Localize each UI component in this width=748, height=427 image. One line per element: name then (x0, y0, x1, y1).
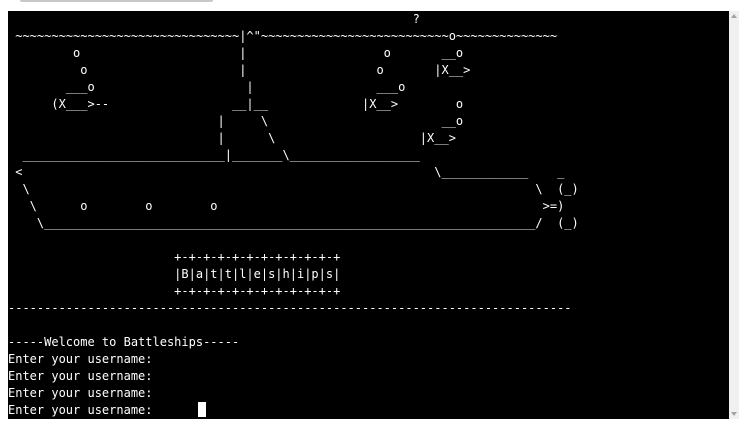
welcome-message: -----Welcome to Battleships----- (8, 335, 240, 349)
ascii-art-line: o | o __o (8, 46, 464, 60)
ascii-art-line: | \ __o (8, 114, 464, 128)
ascii-art-line: ____________________________|_______\___… (8, 148, 420, 162)
scroll-down-icon[interactable] (731, 412, 737, 416)
window-tab (20, 0, 213, 2)
username-prompt: Enter your username: (8, 386, 153, 400)
ascii-art-line: ___o | ___o (8, 80, 406, 94)
title-banner-line: |B|a|t|t|l|e|s|h|i|p|s| (8, 267, 341, 281)
ascii-art-line: \_______________________________________… (8, 216, 579, 230)
ascii-art-line: ? (8, 12, 420, 26)
title-banner-line: +-+-+-+-+-+-+-+-+-+-+-+ (8, 284, 341, 298)
ascii-art-line: \ o o o >=) (8, 199, 565, 213)
ascii-art-line: o | o |X__> (8, 63, 471, 77)
ascii-art-line: ~~~~~~~~~~~~~~~~~~~~~~~~~~~~~~~|^"~~~~~~… (8, 29, 558, 43)
app-window: ? ~~~~~~~~~~~~~~~~~~~~~~~~~~~~~~~|^"~~~~… (0, 0, 748, 427)
ascii-art-line: | \ |X__> (8, 131, 456, 145)
vertical-scrollbar[interactable] (729, 11, 739, 419)
title-banner-line: +-+-+-+-+-+-+-+-+-+-+-+ (8, 250, 341, 264)
ascii-art-line: \ \ (_) (8, 182, 579, 196)
divider-line: ----------------------------------------… (8, 301, 572, 315)
text-cursor[interactable] (198, 402, 206, 417)
terminal[interactable]: ? ~~~~~~~~~~~~~~~~~~~~~~~~~~~~~~~|^"~~~~… (8, 11, 729, 419)
scroll-up-icon[interactable] (731, 14, 737, 18)
username-prompt-active: Enter your username: (8, 403, 160, 417)
ascii-art-line: < \____________ _ (8, 165, 565, 179)
username-prompt: Enter your username: (8, 369, 153, 383)
username-prompt: Enter your username: (8, 352, 153, 366)
ascii-art-line: (X___>-- __|__ |X__> o (8, 97, 464, 111)
